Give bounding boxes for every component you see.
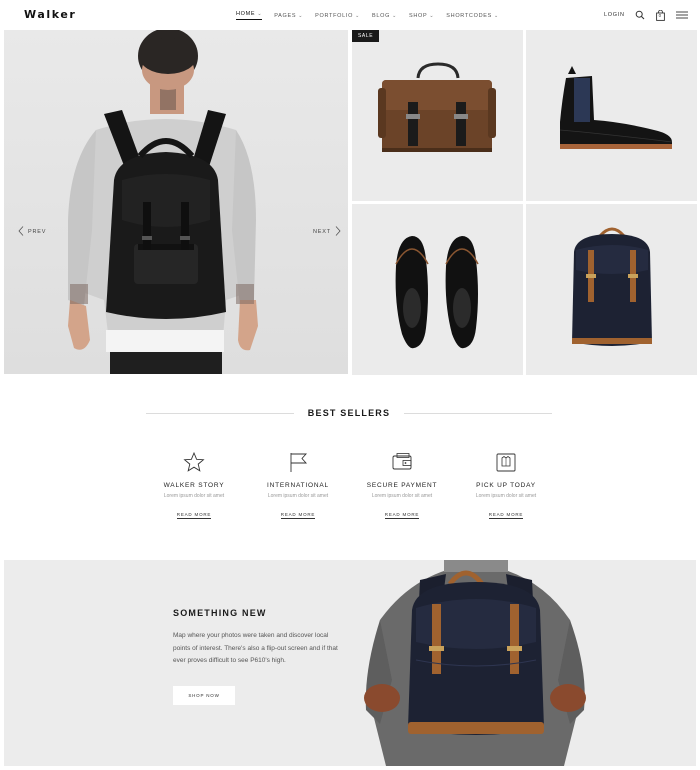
nav-shortcodes-label: SHORTCODES [446, 12, 492, 19]
nav-portfolio[interactable]: PORTFOLIO ⌄ [315, 11, 360, 20]
feature-title: SECURE PAYMENT [366, 482, 438, 489]
feature-pick-up-today: PICK UP TODAY Lorem ipsum dolor sit amet… [454, 450, 558, 519]
product-tile-navy-backpack[interactable] [526, 204, 697, 375]
search-icon[interactable] [634, 9, 646, 21]
sale-badge: SALE [352, 30, 380, 42]
shirt-box-icon [494, 450, 518, 474]
header-actions: LOGIN 0 [604, 9, 688, 21]
feature-international: INTERNATIONAL Lorem ipsum dolor sit amet… [246, 450, 350, 519]
feature-title: INTERNATIONAL [267, 482, 329, 489]
read-more-link[interactable]: READ MORE [280, 512, 316, 519]
slider-prev-label: PREV [28, 229, 47, 235]
slider-prev-button[interactable]: PREV [18, 226, 46, 238]
chevron-left-icon [18, 226, 24, 238]
site-header: Walker HOME ⌄ PAGES ⌄ PORTFOLIO ⌄ BLOG ⌄ SHO… [0, 0, 700, 30]
chevron-down-icon: ⌄ [298, 12, 304, 19]
menu-icon[interactable] [675, 9, 688, 21]
product-tile-oxford-shoes[interactable] [352, 204, 523, 375]
chevron-down-icon: ⌄ [355, 12, 361, 19]
nav-pages[interactable]: PAGES ⌄ [274, 11, 303, 20]
feature-description: Lorem ipsum dolor sit amet [163, 493, 225, 499]
login-link[interactable]: LOGIN [604, 12, 625, 18]
best-sellers-title: BEST SELLERS [307, 408, 391, 418]
chevron-down-icon: ⌄ [257, 11, 263, 17]
nav-home-label: HOME [236, 11, 256, 17]
shop-now-button[interactable]: SHOP NOW [173, 685, 235, 705]
chevron-right-icon [335, 226, 341, 238]
feature-walker-story: WALKER STORY Lorem ipsum dolor sit amet … [142, 450, 246, 519]
promo-backpack-image [364, 560, 586, 766]
divider [404, 412, 553, 414]
nav-shortcodes[interactable]: SHORTCODES ⌄ [446, 11, 499, 20]
hero-model-image [68, 30, 258, 374]
feature-description: Lorem ipsum dolor sit amet [371, 493, 433, 499]
promo-title: SOMETHING NEW [173, 608, 267, 618]
star-icon [182, 450, 206, 474]
feature-secure-payment: SECURE PAYMENT Lorem ipsum dolor sit ame… [350, 450, 454, 519]
chevron-down-icon: ⌄ [392, 12, 397, 19]
promo-banner: SOMETHING NEW Map where your photos were… [4, 560, 696, 766]
main-nav: HOME ⌄ PAGES ⌄ PORTFOLIO ⌄ BLOG ⌄ SHOP ⌄ SHOR… [236, 11, 499, 20]
cart-count: 0 [658, 13, 662, 18]
feature-title: WALKER STORY [163, 482, 225, 489]
nav-blog-label: BLOG [372, 12, 391, 19]
features-row: WALKER STORY Lorem ipsum dolor sit amet … [142, 450, 558, 519]
feature-title: PICK UP TODAY [476, 482, 536, 489]
slider-next-button[interactable]: NEXT [313, 226, 341, 238]
nav-shop-label: SHOP [409, 12, 428, 19]
read-more-link[interactable]: READ MORE [176, 512, 212, 519]
product-image-oxford-shoes [395, 236, 479, 349]
product-tile-messenger-bag[interactable]: SALE [352, 30, 523, 201]
product-image-messenger-bag [378, 62, 496, 152]
feature-description: Lorem ipsum dolor sit amet [475, 493, 537, 499]
cart-icon[interactable]: 0 [655, 9, 667, 21]
chevron-down-icon: ⌄ [494, 12, 499, 19]
read-more-link[interactable]: READ MORE [488, 512, 524, 519]
nav-home[interactable]: HOME ⌄ [236, 11, 263, 20]
site-logo[interactable]: Walker [24, 8, 76, 21]
nav-shop[interactable]: SHOP ⌄ [409, 11, 434, 20]
read-more-link[interactable]: READ MORE [384, 512, 420, 519]
wallet-icon [390, 450, 414, 474]
hero-slider: PREV NEXT [4, 30, 348, 374]
nav-pages-label: PAGES [274, 12, 297, 19]
feature-description: Lorem ipsum dolor sit amet [267, 493, 329, 499]
nav-portfolio-label: PORTFOLIO [315, 12, 354, 19]
promo-content: SOMETHING NEW Map where your photos were… [173, 608, 343, 705]
nav-blog[interactable]: BLOG ⌄ [372, 11, 397, 20]
flag-icon [286, 450, 310, 474]
product-image-navy-backpack [572, 227, 652, 346]
product-image-chelsea-boot [559, 66, 673, 149]
best-sellers-heading: BEST SELLERS [146, 408, 553, 418]
product-tile-chelsea-boot[interactable] [526, 30, 697, 201]
chevron-down-icon: ⌄ [429, 12, 435, 19]
slider-next-label: NEXT [313, 229, 331, 235]
divider [146, 412, 294, 414]
promo-body: Map where your photos were taken and dis… [173, 632, 338, 664]
